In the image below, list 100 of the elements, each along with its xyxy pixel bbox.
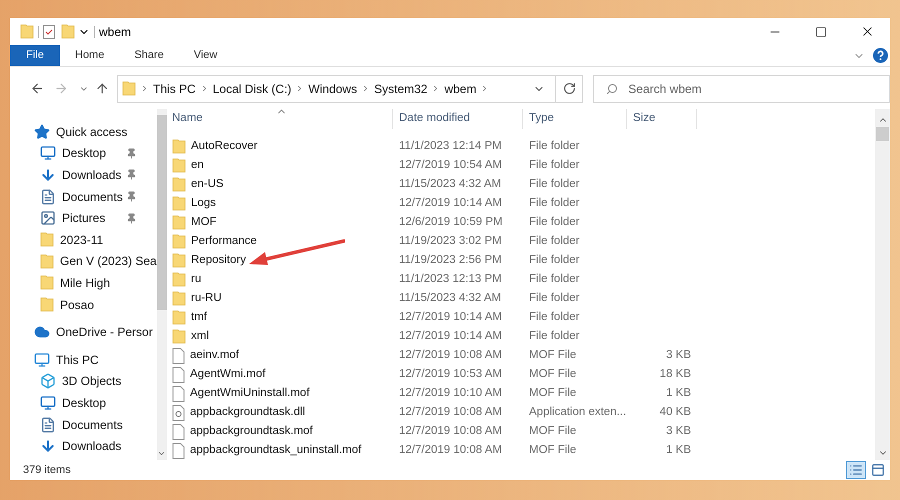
- sidebar-item[interactable]: 2023-11: [10, 228, 157, 251]
- breadcrumb-item[interactable]: This PC: [153, 80, 196, 98]
- file-type: MOF File: [529, 348, 576, 361]
- search-field[interactable]: Search wbem: [593, 74, 890, 102]
- sidebar-item[interactable]: This PC: [10, 348, 157, 371]
- file-row[interactable]: appbackgroundtask.dll 12/7/2019 10:08 AM Application exten... 40 KB: [160, 403, 875, 422]
- file-row[interactable]: ru-RU 11/15/2023 4:32 AM File folder: [160, 289, 875, 308]
- file-type: File folder: [529, 196, 580, 209]
- breadcrumb-item[interactable]: Windows: [308, 80, 358, 98]
- ribbon-tab[interactable]: View: [178, 45, 232, 66]
- file-name: en: [191, 158, 204, 173]
- picture-icon: [40, 210, 56, 226]
- folder-icon: [172, 139, 186, 154]
- folder-icon: [172, 215, 186, 230]
- date-modified: 12/7/2019 10:14 AM: [399, 330, 502, 342]
- column-header[interactable]: Date modified: [393, 109, 523, 129]
- column-header[interactable]: Name: [160, 109, 393, 129]
- file-name: appbackgroundtask_uninstall.mof: [190, 442, 362, 458]
- sidebar-item[interactable]: OneDrive - Persor: [10, 321, 157, 343]
- file-row[interactable]: MOF 12/6/2019 10:59 PM File folder: [160, 213, 875, 232]
- sidebar-item[interactable]: Downloads: [10, 164, 157, 186]
- breadcrumb-item[interactable]: Local Disk (C:): [212, 80, 292, 98]
- sidebar-item[interactable]: 3D Objects: [10, 370, 157, 392]
- date-modified: 11/1/2023 12:14 PM: [399, 140, 502, 152]
- column-header[interactable]: Size: [627, 109, 697, 129]
- cloud-icon: [34, 324, 50, 340]
- breadcrumb-item[interactable]: wbem: [444, 80, 476, 98]
- file-row[interactable]: AgentWmi.mof 12/7/2019 10:53 AM MOF File 18 KB: [160, 365, 875, 384]
- scroll-thumb[interactable]: [156, 115, 167, 310]
- date-modified: 12/7/2019 10:08 AM: [399, 406, 502, 418]
- file-row[interactable]: appbackgroundtask_uninstall.mof 12/7/2019 10:08 AM MOF File 1 KB: [160, 441, 875, 460]
- file-type: File folder: [529, 272, 580, 285]
- back-icon[interactable]: [30, 81, 44, 96]
- sidebar-item[interactable]: Pictures: [10, 207, 157, 229]
- sidebar-item[interactable]: Quick access: [10, 121, 157, 143]
- file-row[interactable]: appbackgroundtask.mof 12/7/2019 10:08 AM MOF File 3 KB: [160, 422, 875, 441]
- date-modified: 12/7/2019 10:54 AM: [399, 158, 502, 171]
- refresh-button[interactable]: [556, 74, 584, 102]
- address-bar[interactable]: This PC Local Disk (C:) Windows System32 wbem: [117, 74, 556, 102]
- sidebar-item[interactable]: Downloads: [10, 435, 157, 457]
- pin-icon: [126, 148, 137, 159]
- file-row[interactable]: Repository 11/19/2023 2:56 PM File folder: [160, 251, 875, 270]
- ribbon-tab[interactable]: Home: [60, 45, 120, 66]
- date-modified: 12/7/2019 10:10 AM: [399, 386, 502, 399]
- sidebar-item[interactable]: Documents: [10, 186, 157, 208]
- scrollbar[interactable]: [875, 109, 890, 460]
- pin-icon: [126, 212, 137, 224]
- date-modified: 12/7/2019 10:08 AM: [399, 444, 502, 456]
- file-size: 1 KB: [666, 386, 691, 399]
- file-type: File folder: [529, 158, 580, 171]
- sidebar-item[interactable]: Posao: [10, 294, 157, 316]
- file-row[interactable]: AgentWmiUninstall.mof 12/7/2019 10:10 AM MOF File 1 KB: [160, 384, 875, 403]
- file-type: File folder: [529, 178, 580, 190]
- file-type: File folder: [529, 140, 580, 152]
- list-icon: [849, 463, 863, 477]
- scroll-down-icon[interactable]: [157, 449, 166, 458]
- file-row[interactable]: ru 11/1/2023 12:13 PM File folder: [160, 270, 875, 289]
- document-icon: [40, 188, 56, 205]
- file-icon: [172, 348, 185, 364]
- sidebar-item[interactable]: Documents: [10, 414, 157, 436]
- date-modified: 12/6/2019 10:59 PM: [399, 216, 503, 228]
- breadcrumb-item[interactable]: System32: [374, 80, 428, 98]
- file-row[interactable]: xml 12/7/2019 10:14 AM File folder: [160, 327, 875, 346]
- date-modified: 11/15/2023 4:32 AM: [399, 178, 502, 190]
- sidebar-item[interactable]: Gen V (2023) Sea: [10, 250, 157, 272]
- ribbon-tab[interactable]: File: [10, 45, 60, 66]
- file-row[interactable]: aeinv.mof 12/7/2019 10:08 AM MOF File 3 KB: [160, 346, 875, 365]
- file-type: Application exten...: [529, 406, 626, 418]
- file-name: appbackgroundtask.dll: [190, 404, 306, 420]
- date-modified: 12/7/2019 10:14 AM: [399, 310, 502, 323]
- checklist-icon[interactable]: [43, 24, 55, 38]
- file-name: xml: [191, 328, 209, 344]
- file-row[interactable]: Performance 11/19/2023 3:02 PM File folder: [160, 232, 875, 251]
- sidebar-item[interactable]: Desktop: [10, 142, 157, 164]
- details-view-button[interactable]: [846, 461, 866, 479]
- scroll-thumb[interactable]: [876, 127, 889, 141]
- file-icon: [172, 442, 185, 458]
- sidebar-item[interactable]: Desktop: [10, 392, 157, 414]
- file-size: 3 KB: [666, 348, 691, 361]
- file-name: tmf: [191, 310, 207, 325]
- file-size: 1 KB: [666, 444, 691, 456]
- column-header[interactable]: Type: [523, 109, 627, 129]
- date-modified: 12/7/2019 10:08 AM: [399, 348, 502, 361]
- date-modified: 12/7/2019 10:53 AM: [399, 368, 502, 380]
- maximize-icon[interactable]: [815, 26, 827, 38]
- ribbon-tab[interactable]: Share: [119, 45, 179, 66]
- file-row[interactable]: en 12/7/2019 10:54 AM File folder: [160, 156, 875, 175]
- file-icon: [172, 386, 185, 402]
- file-row[interactable]: AutoRecover 11/1/2023 12:14 PM File folder: [160, 137, 875, 156]
- search-icon: [606, 82, 618, 94]
- file-row[interactable]: tmf 12/7/2019 10:14 AM File folder: [160, 308, 875, 327]
- file-name: Repository: [191, 252, 246, 268]
- file-row[interactable]: en-US 11/15/2023 4:32 AM File folder: [160, 175, 875, 194]
- scrollbar[interactable]: [156, 109, 167, 460]
- help-icon[interactable]: [873, 48, 888, 63]
- folder-icon: [172, 253, 186, 268]
- search-placeholder: Search wbem: [628, 80, 702, 98]
- sidebar-item[interactable]: Mile High: [10, 272, 157, 294]
- file-row[interactable]: Logs 12/7/2019 10:14 AM File folder: [160, 194, 875, 213]
- up-icon[interactable]: [94, 81, 110, 96]
